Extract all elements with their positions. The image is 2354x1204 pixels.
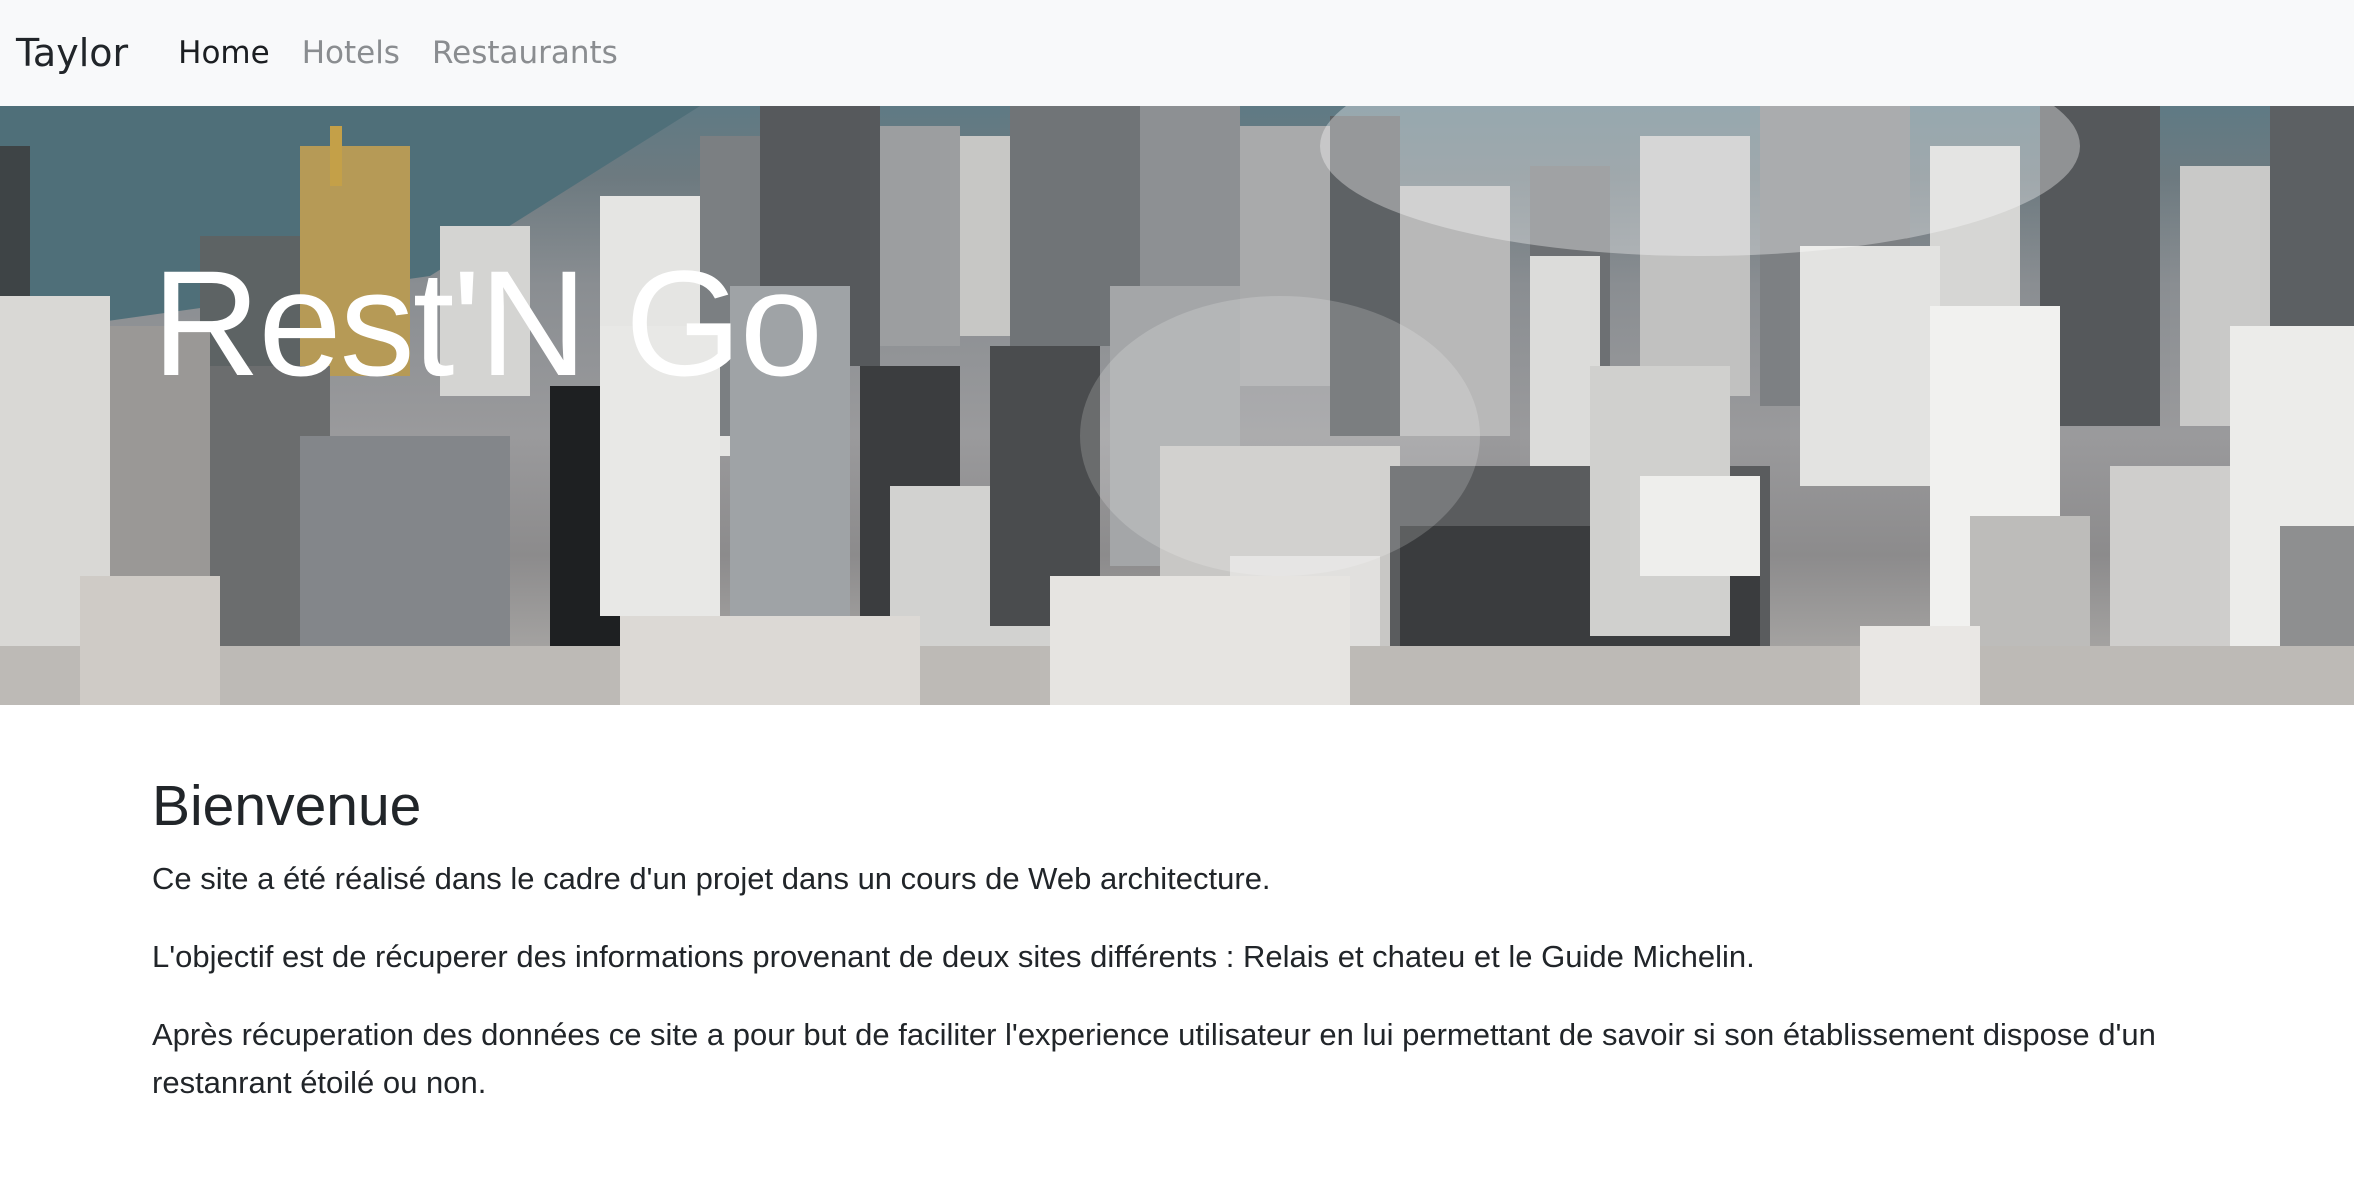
welcome-heading: Bienvenue [152,774,422,838]
navbar: Taylor Home Hotels Restaurants [0,0,2354,106]
main-content: Bienvenue Ce site a été réalisé dans le … [0,705,2354,1107]
hero-banner: Rest'N Go [0,106,2354,705]
hero-title: Rest'N Go [152,239,823,407]
nav-link-hotels[interactable]: Hotels [302,35,400,71]
intro-paragraph-2: L'objectif est de récuperer des informat… [152,939,1755,974]
intro-paragraph-3: Après récuperation des données ce site a… [152,1017,2156,1100]
navbar-brand[interactable]: Taylor [16,31,128,75]
intro-paragraph-1: Ce site a été réalisé dans le cadre d'un… [152,861,1271,896]
nav-link-restaurants[interactable]: Restaurants [432,35,618,71]
nav-link-home[interactable]: Home [178,35,270,71]
